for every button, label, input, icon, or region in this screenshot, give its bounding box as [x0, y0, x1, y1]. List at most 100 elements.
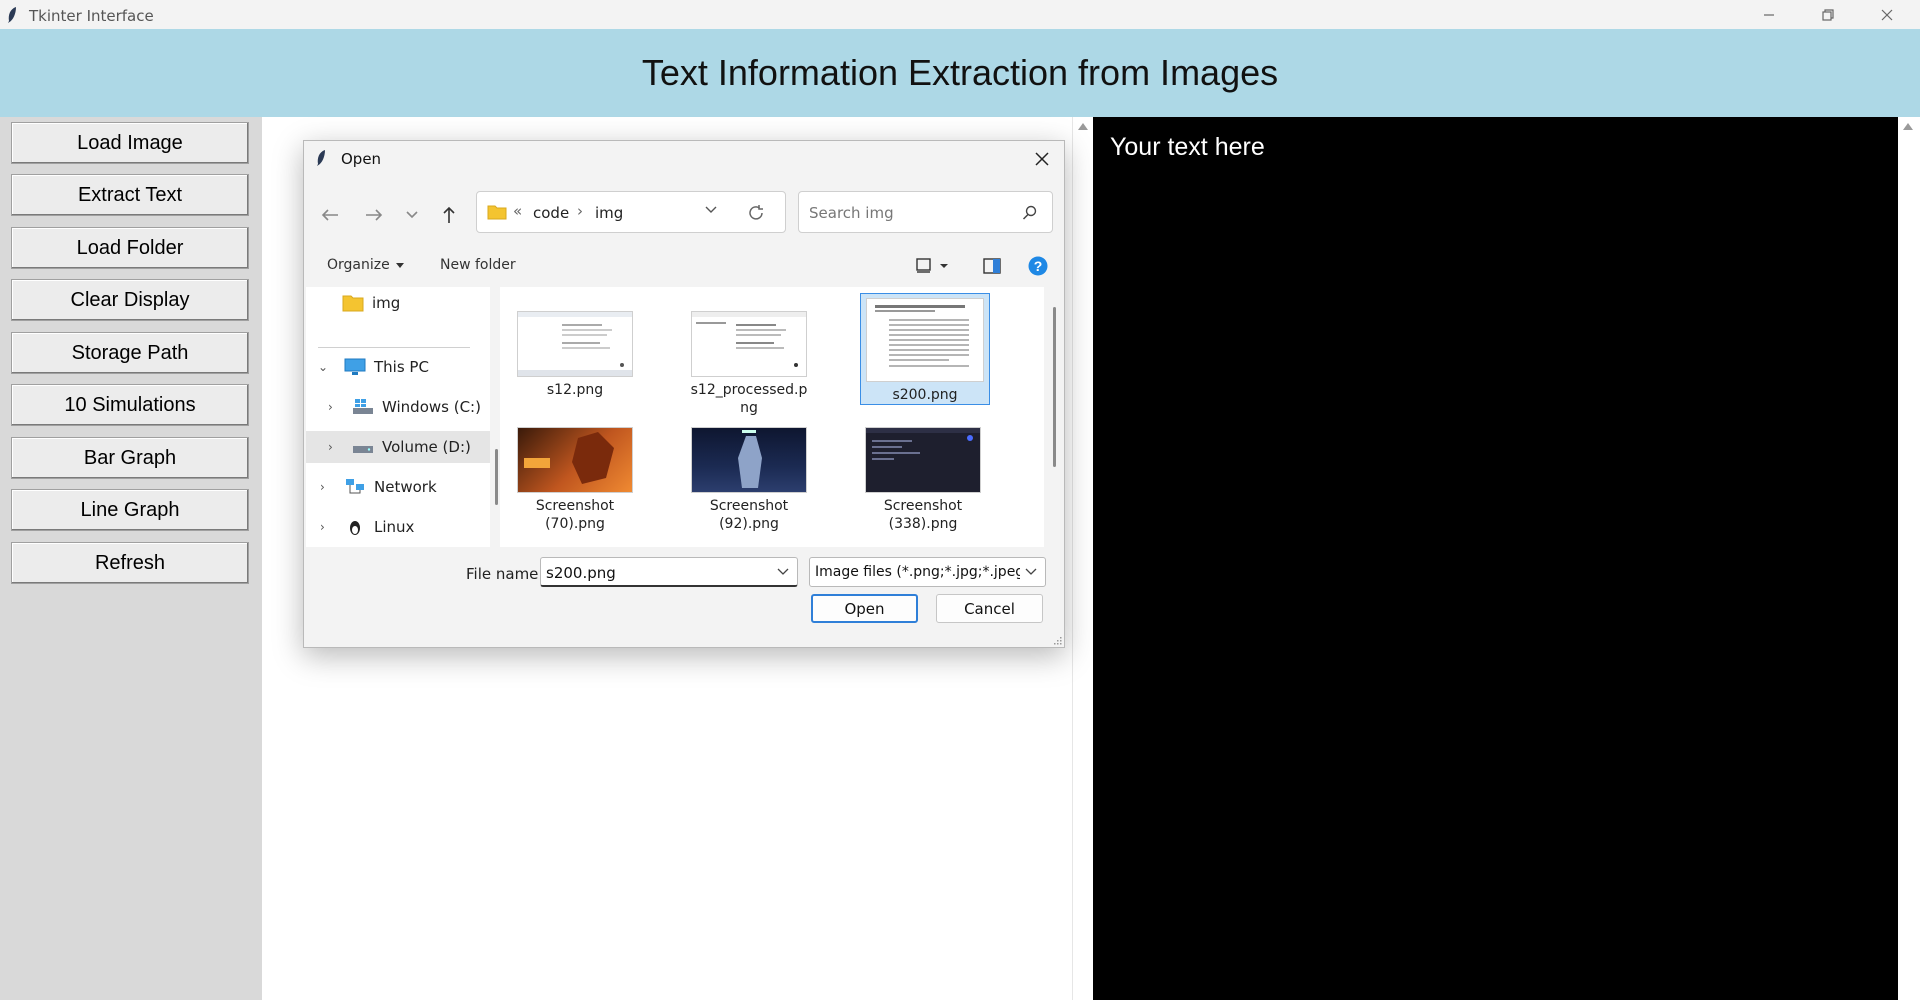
- paper-thumbnail: [866, 298, 984, 382]
- line-graph-button[interactable]: Line Graph: [11, 489, 249, 531]
- nav-label: img: [372, 294, 401, 312]
- storage-path-button[interactable]: Storage Path: [11, 332, 249, 374]
- linux-icon: [350, 521, 360, 535]
- scroll-thumb[interactable]: [1053, 307, 1056, 467]
- view-options-icon[interactable]: [916, 258, 950, 274]
- document-thumbnail: [517, 311, 633, 377]
- nav-item-windows-c[interactable]: › Windows (C:): [306, 391, 490, 423]
- load-folder-button[interactable]: Load Folder: [11, 227, 249, 269]
- restore-icon: [1822, 8, 1834, 21]
- svg-text:?: ?: [1034, 258, 1043, 274]
- dialog-title: Open: [341, 150, 382, 168]
- help-icon[interactable]: ?: [1028, 256, 1048, 276]
- file-type-select[interactable]: Image files (*.png;*.jpg;*.jpeg;*: [809, 557, 1046, 587]
- scroll-up-icon[interactable]: [1903, 123, 1913, 130]
- open-file-dialog: Open « code › img Search img Organize Ne…: [303, 140, 1065, 648]
- minimize-button[interactable]: [1740, 0, 1798, 29]
- new-folder-button[interactable]: New folder: [440, 257, 516, 273]
- nav-label: Windows (C:): [382, 398, 481, 416]
- breadcrumb-code[interactable]: code: [533, 204, 569, 222]
- nav-label: Volume (D:): [382, 438, 471, 456]
- text-output-panel[interactable]: Your text here: [1093, 117, 1898, 1000]
- chevron-right-icon[interactable]: ›: [328, 440, 333, 454]
- drive-windows-icon: [353, 399, 373, 414]
- close-window-button[interactable]: [1858, 0, 1916, 29]
- scroll-up-icon[interactable]: [1078, 123, 1088, 130]
- cancel-button[interactable]: Cancel: [936, 594, 1043, 623]
- file-name-label: File name:: [466, 565, 544, 583]
- nav-item-network[interactable]: › Network: [306, 471, 490, 503]
- divider: [318, 347, 470, 348]
- chevron-right-icon[interactable]: ›: [328, 400, 333, 414]
- chevron-down-icon[interactable]: [777, 568, 789, 576]
- nav-label: Network: [374, 478, 437, 496]
- image-thumbnail: [517, 427, 633, 493]
- breadcrumb-img[interactable]: img: [595, 204, 623, 222]
- file-item-screenshot-92[interactable]: Screenshot (92).png: [684, 427, 814, 533]
- resize-grip-icon[interactable]: [1052, 635, 1062, 645]
- extract-text-button[interactable]: Extract Text: [11, 174, 249, 216]
- chevron-down-icon: [1025, 568, 1037, 575]
- file-list: s12.png s12_processed.png s200.png Scree…: [500, 287, 1044, 547]
- file-item-screenshot-338[interactable]: Screenshot (338).png: [858, 427, 988, 533]
- refresh-button[interactable]: Refresh: [11, 542, 249, 584]
- preview-pane-icon[interactable]: [983, 258, 1001, 274]
- file-name: Screenshot (338).png: [883, 498, 963, 532]
- up-button[interactable]: [435, 201, 463, 229]
- document-thumbnail: [691, 311, 807, 377]
- open-button[interactable]: Open: [811, 594, 918, 623]
- simulations-button[interactable]: 10 Simulations: [11, 384, 249, 426]
- nav-item-linux[interactable]: › Linux: [306, 511, 490, 543]
- back-button[interactable]: [316, 201, 344, 229]
- nav-item-img[interactable]: img: [342, 287, 482, 319]
- recent-locations-button[interactable]: [398, 201, 426, 229]
- forward-button[interactable]: [360, 201, 388, 229]
- chevron-right-icon: ›: [577, 202, 583, 220]
- header-banner: Text Information Extraction from Images: [0, 29, 1920, 117]
- nav-label: This PC: [374, 358, 429, 376]
- file-list-scrollbar[interactable]: [1048, 287, 1062, 547]
- file-item-s12-processed[interactable]: s12_processed.png: [684, 311, 814, 417]
- arrow-right-icon: [366, 209, 383, 221]
- search-placeholder: Search img: [809, 204, 894, 222]
- window-title: Tkinter Interface: [29, 7, 154, 25]
- feather-icon: [317, 150, 325, 166]
- page-title: Text Information Extraction from Images: [641, 52, 1279, 93]
- nav-item-this-pc[interactable]: ⌄ This PC: [306, 351, 490, 383]
- chevron-right-icon[interactable]: ›: [320, 480, 325, 494]
- breadcrumb-overflow[interactable]: «: [513, 202, 522, 220]
- canvas-scrollbar[interactable]: [1072, 117, 1093, 1000]
- chevron-down-icon: [406, 211, 418, 219]
- load-image-button[interactable]: Load Image: [11, 122, 249, 164]
- chevron-right-icon[interactable]: ›: [320, 520, 325, 534]
- file-item-screenshot-70[interactable]: Screenshot (70).png: [510, 427, 640, 533]
- file-name: Screenshot (70).png: [535, 498, 615, 532]
- computer-icon: [344, 358, 366, 375]
- image-thumbnail: [691, 427, 807, 493]
- file-item-s12[interactable]: s12.png: [510, 311, 640, 399]
- text-scrollbar[interactable]: [1898, 117, 1920, 1000]
- bar-graph-button[interactable]: Bar Graph: [11, 437, 249, 479]
- address-bar[interactable]: « code › img: [476, 191, 786, 233]
- nav-item-volume-d[interactable]: › Volume (D:): [306, 431, 490, 463]
- navigation-pane: img ⌄ This PC › Windows (C:) › Volume (D…: [306, 287, 490, 547]
- chevron-down-icon[interactable]: [705, 206, 717, 214]
- chevron-down-icon[interactable]: ⌄: [318, 360, 328, 374]
- file-name-input[interactable]: s200.png: [540, 557, 798, 587]
- file-name: s200.png: [892, 387, 958, 403]
- clear-display-button[interactable]: Clear Display: [11, 279, 249, 321]
- feather-icon: [8, 7, 16, 23]
- close-icon[interactable]: [1032, 149, 1052, 169]
- file-name-value: s200.png: [546, 564, 616, 582]
- network-icon: [346, 479, 364, 494]
- file-name: s12.png: [546, 382, 604, 398]
- search-input[interactable]: Search img: [798, 191, 1053, 233]
- file-name: s12_processed.png: [690, 382, 808, 416]
- restore-button[interactable]: [1799, 0, 1857, 29]
- refresh-icon[interactable]: [747, 204, 765, 222]
- organize-menu[interactable]: Organize: [327, 257, 404, 273]
- arrow-up-icon: [443, 206, 455, 223]
- scroll-thumb[interactable]: [495, 449, 498, 505]
- file-item-s200[interactable]: s200.png: [860, 293, 990, 405]
- close-icon: [1881, 9, 1893, 20]
